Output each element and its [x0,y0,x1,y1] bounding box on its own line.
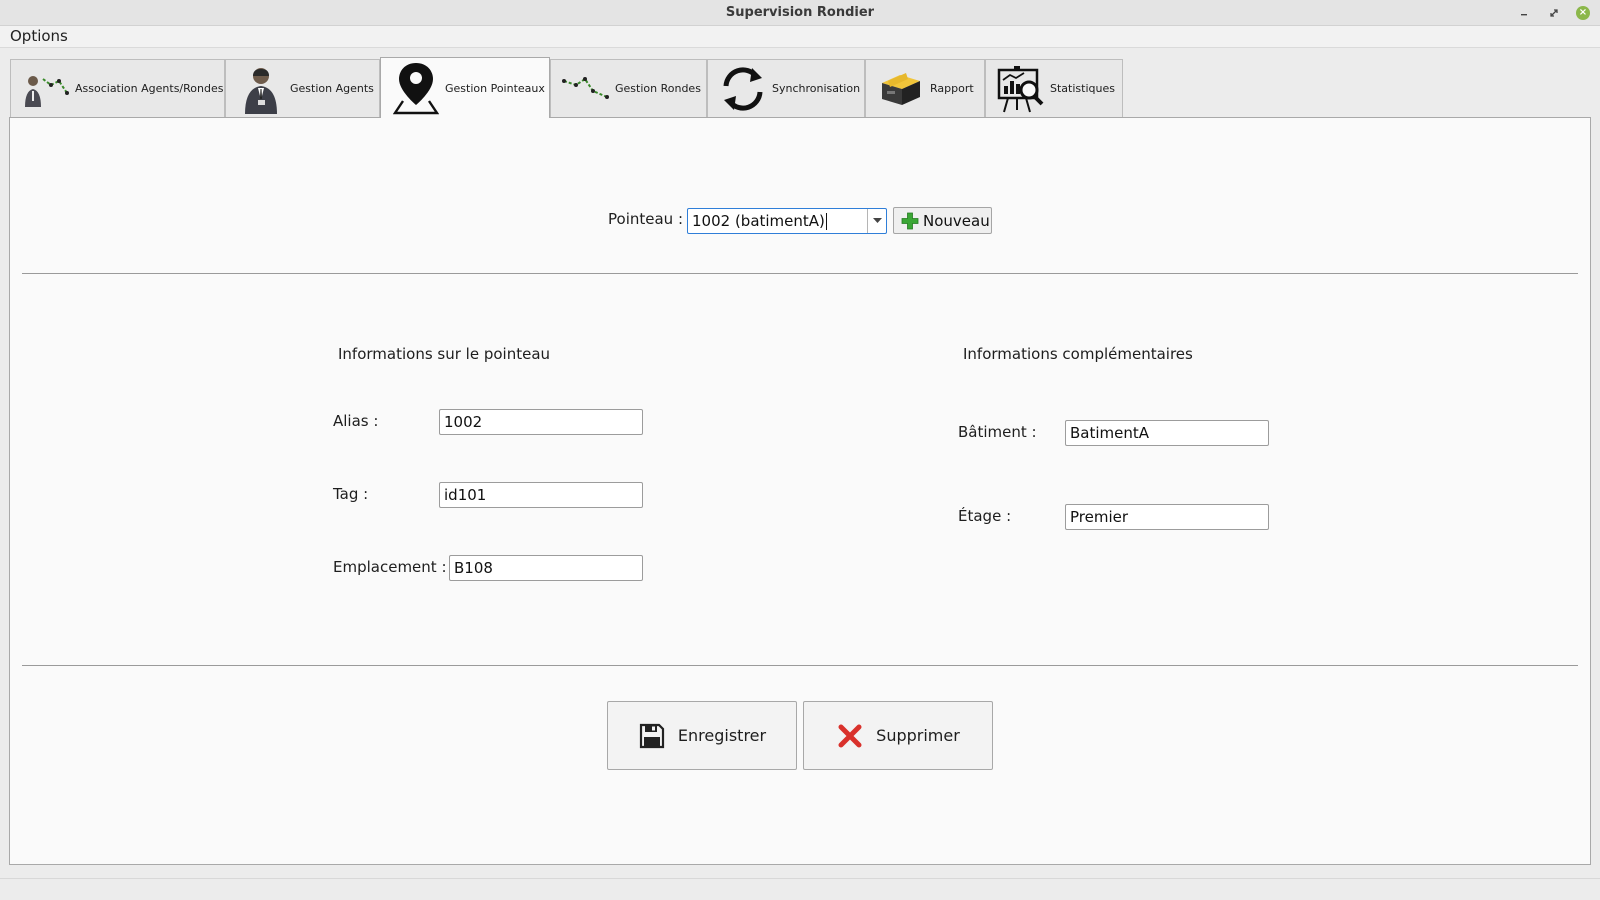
tag-label: Tag : [333,485,369,503]
floor-field[interactable]: Premier [1065,504,1269,530]
pointeau-combobox[interactable]: 1002 (batimentA) [687,208,887,234]
tab-label: Gestion Agents [290,82,374,95]
save-button-label: Enregistrer [677,726,767,745]
route-icon [561,63,611,115]
tab-label: Gestion Pointeaux [445,81,545,95]
status-bar [0,878,1600,900]
new-pointeau-button[interactable]: Nouveau [893,207,992,234]
tab-gestion-agents[interactable]: Gestion Agents [225,59,380,117]
window-title: Supervision Rondier [725,5,875,20]
statistics-icon [996,63,1046,115]
new-pointeau-button-label: Nouveau [923,211,990,230]
pointeau-label: Pointeau : [608,210,683,228]
map-pin-icon [391,62,441,115]
maximize-icon[interactable] [1545,4,1563,22]
tab-rapport[interactable]: Rapport [865,59,985,117]
tab-label: Association Agents/Rondes [75,82,224,95]
archive-box-icon [876,63,926,115]
delete-button[interactable]: Supprimer [803,701,993,770]
alias-label: Alias : [333,412,379,430]
tab-label: Rapport [930,82,974,95]
menu-bar: Options [0,26,1600,48]
tag-field[interactable]: id101 [439,482,643,508]
menu-options[interactable]: Options [10,27,68,45]
tab-statistiques[interactable]: Statistiques [985,59,1123,117]
text-cursor [826,213,827,230]
extra-section-heading: Informations complémentaires [963,345,1193,363]
delete-button-label: Supprimer [876,726,960,745]
building-field[interactable]: BatimentA [1065,420,1269,446]
tab-synchronisation[interactable]: Synchronisation [707,59,865,117]
location-label: Emplacement : [333,558,447,576]
tab-label: Synchronisation [772,82,861,95]
info-section-heading: Informations sur le pointeau [338,345,551,363]
alias-field[interactable]: 1002 [439,409,643,435]
save-button[interactable]: Enregistrer [607,701,797,770]
gestion-pointeaux-panel: Pointeau : 1002 (batimentA) Nouveau Info… [9,117,1591,865]
tab-gestion-pointeaux[interactable]: Gestion Pointeaux [380,57,550,118]
agent-route-icon [21,63,71,115]
sync-icon [718,63,768,115]
minimize-icon[interactable] [1515,4,1533,22]
tab-label: Statistiques [1050,82,1115,95]
location-field[interactable]: B108 [449,555,643,581]
tab-gestion-rondes[interactable]: Gestion Rondes [550,59,707,117]
window-titlebar: Supervision Rondier × [0,0,1600,26]
chevron-down-icon[interactable] [867,209,886,233]
close-window-icon[interactable]: × [1574,4,1592,22]
building-label: Bâtiment : [958,423,1037,441]
pointeau-combobox-value: 1002 (batimentA) [692,212,825,230]
top-divider [22,273,1578,274]
red-cross-icon [836,722,864,750]
floor-label: Étage : [958,507,1012,525]
tab-label: Gestion Rondes [615,82,701,95]
agent-icon [236,63,286,115]
plus-icon [899,211,921,231]
floppy-disk-icon [638,722,666,750]
bottom-divider [22,665,1578,666]
tab-association-agents-rondes[interactable]: Association Agents/Rondes [10,59,225,117]
